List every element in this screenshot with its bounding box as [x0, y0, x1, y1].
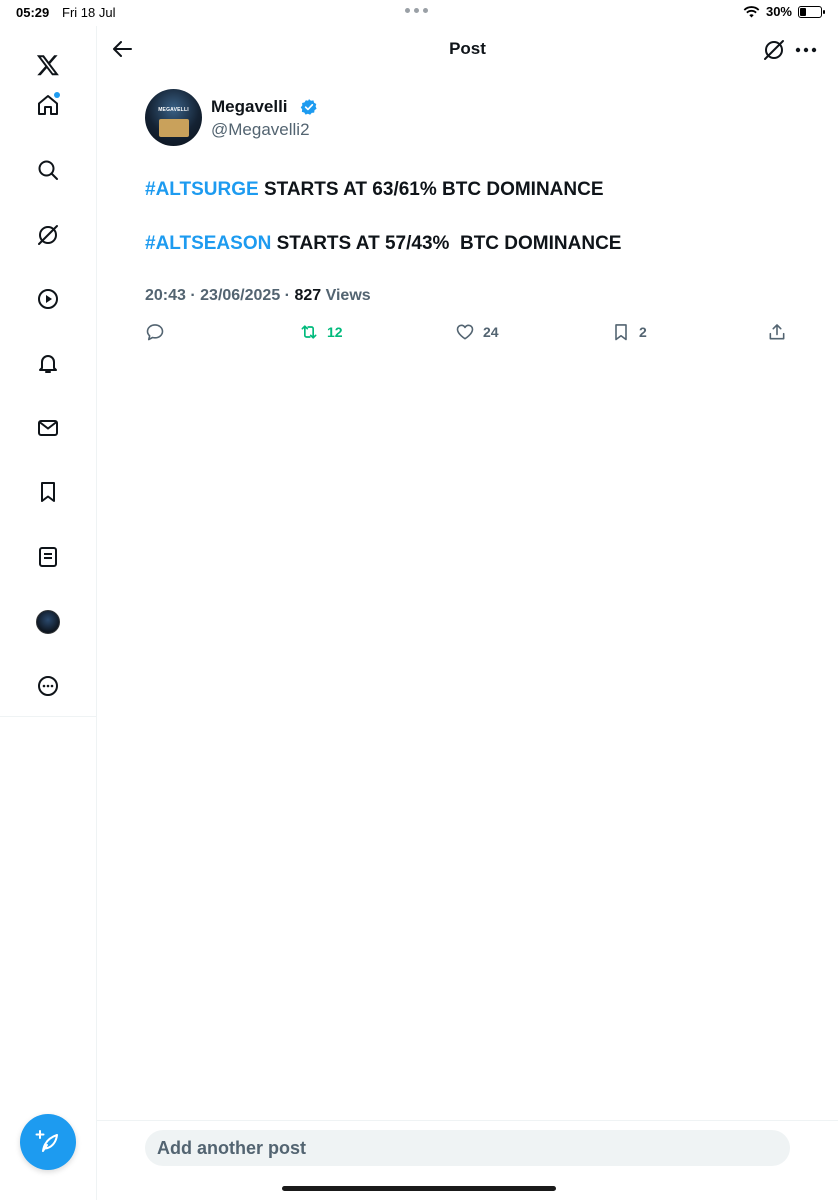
status-date: Fri 18 Jul — [62, 5, 116, 20]
bookmark-count: 2 — [639, 324, 647, 340]
sidebar-item-grok[interactable] — [31, 218, 65, 252]
share-button[interactable] — [767, 322, 787, 342]
more-icon — [38, 676, 58, 696]
post-date[interactable]: 23/06/2025 — [200, 287, 280, 304]
grok-icon — [38, 225, 58, 245]
meta-separator: · — [280, 287, 295, 304]
share-icon — [769, 324, 785, 340]
sidebar-item-bookmarks[interactable] — [31, 475, 65, 509]
sidebar-item-lists[interactable] — [31, 540, 65, 574]
battery-icon — [798, 5, 825, 18]
repost-button[interactable]: 12 — [299, 322, 343, 342]
notification-dot — [54, 92, 60, 98]
grok-button[interactable] — [762, 38, 786, 62]
status-bar: 05:29 Fri 18 Jul 30% — [0, 0, 838, 26]
post-text: STARTS AT 63/61% BTC DOMINANCE — [258, 179, 604, 200]
composer-divider — [97, 1120, 838, 1121]
profile-avatar — [36, 610, 60, 634]
post-time[interactable]: 20:43 — [145, 287, 186, 304]
bookmark-icon — [615, 324, 627, 341]
bookmark-button[interactable]: 2 — [611, 322, 647, 342]
compose-post-button[interactable] — [20, 1114, 76, 1170]
sidebar-item-video[interactable] — [31, 282, 65, 316]
grok-icon — [764, 40, 784, 60]
author-handle[interactable]: @Megavelli2 — [211, 120, 310, 140]
more-options-button[interactable] — [794, 38, 818, 62]
views-label: Views — [321, 287, 371, 304]
page-title: Post — [449, 39, 486, 58]
battery-percent: 30% — [765, 4, 792, 19]
sidebar-item-messages[interactable] — [31, 411, 65, 445]
heart-icon — [456, 324, 474, 340]
author-name[interactable]: Megavelli — [211, 97, 288, 117]
reply-button[interactable] — [145, 322, 165, 342]
status-time: 05:29 — [16, 5, 50, 20]
hashtag-link[interactable]: #ALTSEASON — [145, 233, 271, 254]
sidebar-item-home[interactable] — [31, 88, 65, 122]
battery-level — [800, 7, 806, 16]
home-indicator[interactable] — [282, 1186, 556, 1191]
post-text: STARTS AT 57/43% BTC DOMINANCE — [271, 233, 622, 254]
meta-separator: · — [185, 287, 201, 304]
add-post-input[interactable]: Add another post — [145, 1130, 790, 1166]
wifi-icon — [743, 6, 760, 18]
hashtag-link[interactable]: #ALTSURGE — [145, 179, 259, 200]
video-icon — [38, 289, 58, 309]
post-text-line: #ALTSURGE STARTS AT 63/61% BTC DOMINANCE — [145, 179, 604, 201]
author-avatar[interactable]: MEGAVELLI — [145, 89, 202, 146]
post-text-line: #ALTSEASON STARTS AT 57/43% BTC DOMINANC… — [145, 233, 621, 255]
compose-post-icon — [35, 1130, 58, 1152]
x-logo-icon[interactable] — [31, 48, 65, 82]
sidebar-nav — [0, 26, 97, 1200]
sidebar-item-search[interactable] — [31, 153, 65, 187]
sidebar-item-notifications[interactable] — [31, 346, 65, 380]
messages-icon — [38, 420, 58, 436]
views-count: 827 — [294, 287, 322, 304]
more-horizontal-icon — [795, 47, 817, 53]
bookmarks-icon — [41, 482, 55, 502]
notifications-icon — [39, 355, 57, 373]
like-count: 24 — [483, 324, 499, 340]
repost-icon — [301, 325, 317, 339]
like-button[interactable]: 24 — [455, 322, 499, 342]
repost-count: 12 — [327, 324, 343, 340]
reply-icon — [146, 324, 164, 341]
verified-badge-icon — [300, 99, 317, 115]
sidebar-item-profile[interactable] — [31, 605, 65, 639]
search-icon — [38, 160, 58, 180]
lists-icon — [39, 547, 57, 567]
post-header: Post — [97, 26, 838, 72]
sidebar-item-more[interactable] — [31, 669, 65, 703]
post-meta: 20:43 · 23/06/2025 · 827 Views — [145, 287, 371, 305]
multitasking-dots[interactable] — [405, 8, 428, 13]
post-actions: 12 24 2 — [145, 322, 790, 350]
sidebar-divider — [0, 716, 97, 717]
